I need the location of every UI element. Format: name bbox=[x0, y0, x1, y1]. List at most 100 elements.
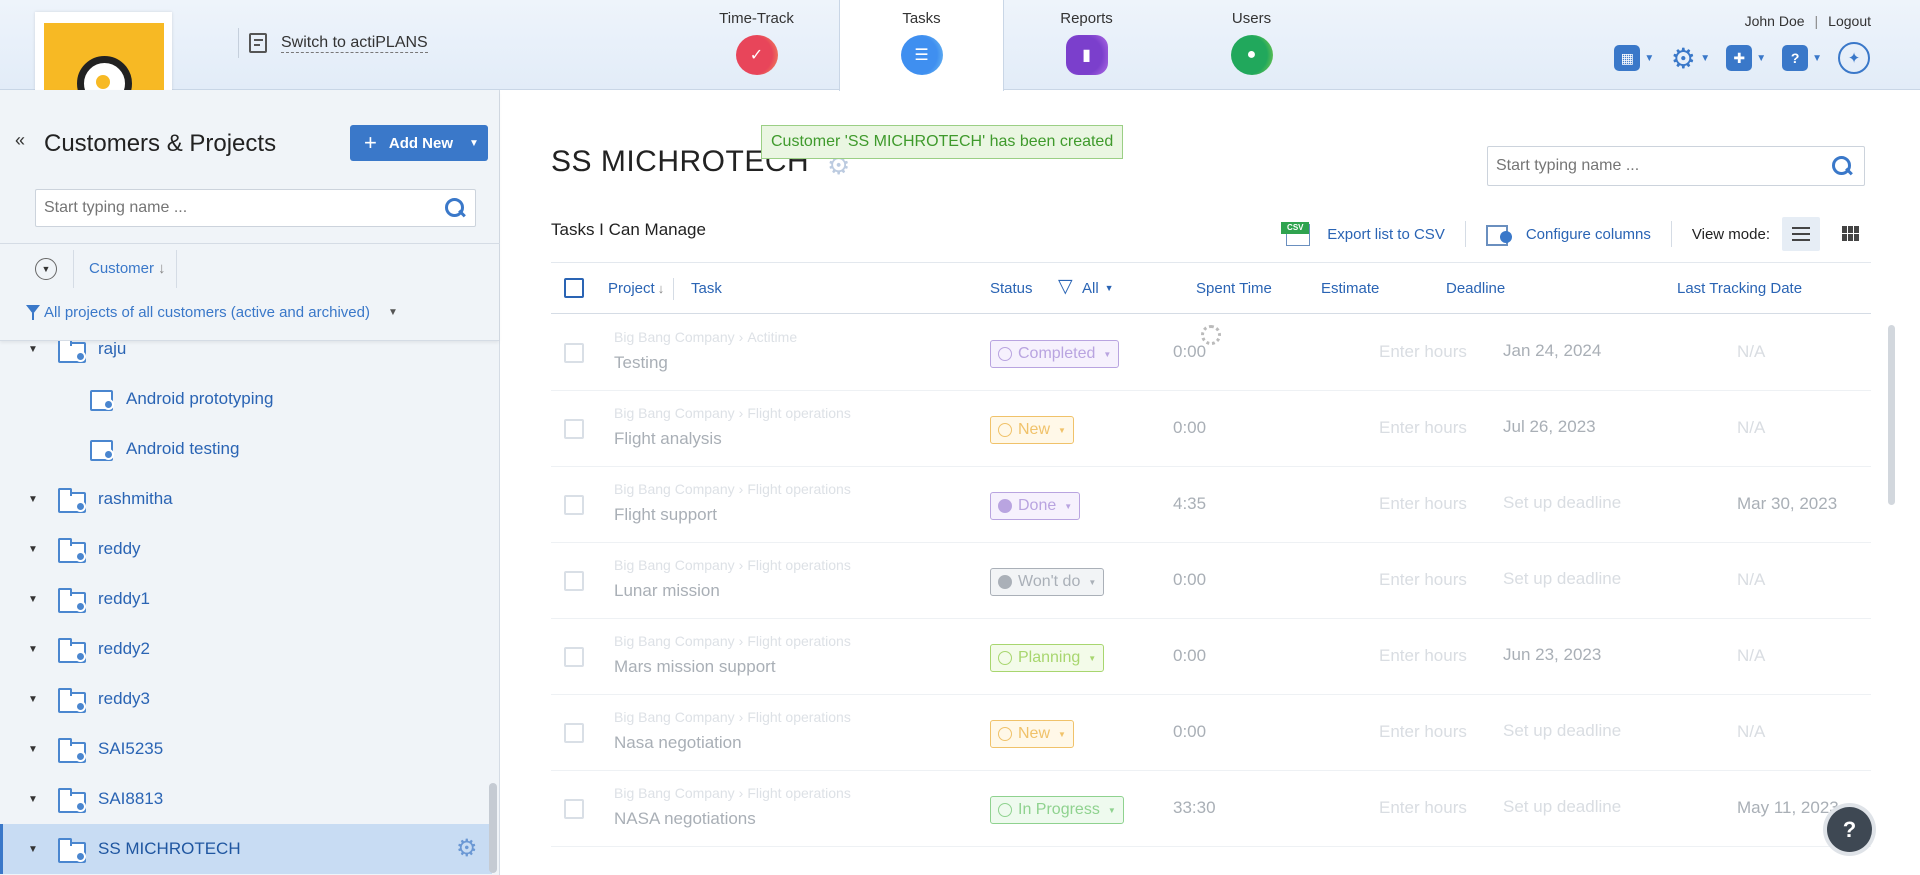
expand-all-icon[interactable]: ▼ bbox=[35, 257, 57, 280]
status-filter-dropdown[interactable]: All ▼ bbox=[1058, 275, 1114, 298]
scrollbar-thumb[interactable] bbox=[1888, 325, 1895, 505]
row-deadline[interactable]: Jun 23, 2023 bbox=[1503, 645, 1601, 665]
row-status-dropdown[interactable]: Done ▼ bbox=[990, 492, 1081, 520]
search-icon[interactable] bbox=[1832, 156, 1852, 176]
row-checkbox[interactable] bbox=[564, 495, 584, 515]
search-icon[interactable] bbox=[445, 198, 465, 218]
tree-customer-item-selected[interactable]: ▼ SS MICHROTECH ⚙ bbox=[0, 824, 492, 874]
row-checkbox[interactable] bbox=[564, 419, 584, 439]
expand-toggle-icon[interactable]: ▼ bbox=[28, 844, 52, 855]
tree-customer-item[interactable]: ▼ reddy3 bbox=[0, 674, 492, 724]
row-checkbox[interactable] bbox=[564, 799, 584, 819]
row-estimate-input[interactable]: Enter hours bbox=[1379, 798, 1467, 818]
help-menu[interactable]: ? ▼ bbox=[1782, 45, 1822, 71]
row-task-name[interactable]: Flight analysis bbox=[614, 429, 722, 449]
table-row[interactable]: Big Bang Company › Flight operations NASA n… bbox=[551, 771, 1871, 847]
logout-link[interactable]: Logout bbox=[1828, 13, 1871, 29]
tree-customer-item[interactable]: ▼ rashmitha bbox=[0, 474, 492, 524]
expand-toggle-icon[interactable]: ▼ bbox=[28, 794, 52, 805]
tree-customer-item[interactable]: ▼ reddy1 bbox=[0, 574, 492, 624]
sort-by-customer[interactable]: Customer ↓ bbox=[89, 260, 166, 277]
main-scrollbar[interactable] bbox=[1886, 325, 1896, 871]
row-status-dropdown[interactable]: In Progress ▼ bbox=[990, 796, 1124, 824]
column-header-spent-time[interactable]: Spent Time bbox=[1196, 280, 1272, 297]
row-checkbox[interactable] bbox=[564, 723, 584, 743]
column-header-status[interactable]: Status bbox=[990, 280, 1033, 297]
row-deadline[interactable]: Jan 24, 2024 bbox=[1503, 341, 1601, 361]
tree-customer-item[interactable]: ▼ raju bbox=[0, 341, 492, 374]
expand-toggle-icon[interactable]: ▼ bbox=[28, 344, 52, 355]
row-checkbox[interactable] bbox=[564, 647, 584, 667]
row-deadline[interactable]: Set up deadline bbox=[1503, 569, 1621, 589]
tab-time-track[interactable]: Time-Track ✓ bbox=[674, 0, 839, 90]
tree-project-item[interactable]: Android testing bbox=[0, 424, 492, 474]
addons-menu[interactable]: ✚ ▼ bbox=[1726, 45, 1766, 71]
tab-tasks[interactable]: Tasks ☰ bbox=[839, 0, 1004, 91]
tab-reports[interactable]: Reports ▮ bbox=[1004, 0, 1169, 90]
expand-toggle-icon[interactable]: ▼ bbox=[28, 644, 52, 655]
settings-menu[interactable]: ⚙ ▼ bbox=[1670, 43, 1710, 74]
expand-toggle-icon[interactable]: ▼ bbox=[28, 494, 52, 505]
column-header-last-tracking-date[interactable]: Last Tracking Date bbox=[1677, 280, 1802, 297]
row-deadline[interactable]: Set up deadline bbox=[1503, 721, 1621, 741]
column-header-deadline[interactable]: Deadline bbox=[1446, 280, 1505, 297]
row-estimate-input[interactable]: Enter hours bbox=[1379, 570, 1467, 590]
column-header-task[interactable]: Task bbox=[691, 280, 722, 297]
user-name-link[interactable]: John Doe bbox=[1745, 13, 1805, 29]
row-estimate-input[interactable]: Enter hours bbox=[1379, 342, 1467, 362]
tree-customer-item[interactable]: ▼ reddy bbox=[0, 524, 492, 574]
row-deadline[interactable]: Jul 26, 2023 bbox=[1503, 417, 1596, 437]
row-task-name[interactable]: Lunar mission bbox=[614, 581, 720, 601]
expand-toggle-icon[interactable]: ▼ bbox=[28, 694, 52, 705]
table-row[interactable]: Big Bang Company › Flight operations Lunar … bbox=[551, 543, 1871, 619]
row-status-dropdown[interactable]: New ▼ bbox=[990, 416, 1074, 444]
row-checkbox[interactable] bbox=[564, 571, 584, 591]
row-task-name[interactable]: NASA negotiations bbox=[614, 809, 756, 829]
row-estimate-input[interactable]: Enter hours bbox=[1379, 646, 1467, 666]
row-estimate-input[interactable]: Enter hours bbox=[1379, 418, 1467, 438]
tree-project-item[interactable]: Android prototyping bbox=[0, 374, 492, 424]
row-task-name[interactable]: Flight support bbox=[614, 505, 717, 525]
row-task-name[interactable]: Testing bbox=[614, 353, 668, 373]
table-row[interactable]: Big Bang Company › Flight operations Flight… bbox=[551, 391, 1871, 467]
row-estimate-input[interactable]: Enter hours bbox=[1379, 722, 1467, 742]
task-search-input[interactable] bbox=[1488, 147, 1808, 185]
scrollbar-thumb[interactable] bbox=[489, 783, 497, 873]
row-deadline[interactable]: Set up deadline bbox=[1503, 493, 1621, 513]
expand-toggle-icon[interactable]: ▼ bbox=[28, 594, 52, 605]
column-header-estimate[interactable]: Estimate bbox=[1321, 280, 1379, 297]
customer-settings-gear-icon[interactable]: ⚙ bbox=[456, 837, 480, 861]
tree-customer-item[interactable]: ▼ SAI5235 bbox=[0, 724, 492, 774]
select-all-checkbox[interactable] bbox=[564, 278, 584, 298]
collapse-sidebar-icon[interactable]: « bbox=[15, 130, 25, 151]
tree-customer-item[interactable]: ▼ SAI8813 bbox=[0, 774, 492, 824]
export-csv-link[interactable]: Export list to CSV bbox=[1327, 226, 1445, 243]
row-estimate-input[interactable]: Enter hours bbox=[1379, 494, 1467, 514]
tree-customer-item[interactable]: ▼ reddy2 bbox=[0, 624, 492, 674]
row-task-name[interactable]: Mars mission support bbox=[614, 657, 776, 677]
row-checkbox[interactable] bbox=[564, 343, 584, 363]
table-row[interactable]: Big Bang Company › Flight operations Mars m… bbox=[551, 619, 1871, 695]
switch-to-actiplans-link[interactable]: Switch to actiPLANS bbox=[238, 28, 428, 58]
table-row[interactable]: Big Bang Company › Flight operations Flight… bbox=[551, 467, 1871, 543]
sidebar-search-input[interactable] bbox=[36, 190, 416, 226]
row-deadline[interactable]: Set up deadline bbox=[1503, 797, 1621, 817]
table-row[interactable]: Big Bang Company › Actitime Testing Complete… bbox=[551, 315, 1871, 391]
actitime-logo[interactable] bbox=[35, 12, 172, 90]
list-view-button[interactable] bbox=[1782, 217, 1820, 251]
calendar-menu[interactable]: ▦ ▼ bbox=[1614, 45, 1654, 71]
column-header-project[interactable]: Project ↓ bbox=[608, 280, 664, 297]
row-status-dropdown[interactable]: Completed ▼ bbox=[990, 340, 1120, 368]
table-row[interactable]: Big Bang Company › Flight operations Nasa n… bbox=[551, 695, 1871, 771]
tab-users[interactable]: Users ● bbox=[1169, 0, 1334, 90]
project-filter[interactable]: All projects of all customers (active an… bbox=[26, 304, 398, 321]
grid-view-button[interactable] bbox=[1832, 217, 1870, 251]
expand-toggle-icon[interactable]: ▼ bbox=[28, 744, 52, 755]
row-status-dropdown[interactable]: New ▼ bbox=[990, 720, 1074, 748]
sidebar-scrollbar[interactable] bbox=[489, 343, 497, 873]
add-new-button[interactable]: + Add New ▼ bbox=[350, 125, 488, 161]
help-fab-button[interactable]: ? bbox=[1827, 807, 1872, 852]
row-task-name[interactable]: Nasa negotiation bbox=[614, 733, 742, 753]
lightbulb-icon[interactable]: ✦ bbox=[1838, 42, 1870, 74]
expand-toggle-icon[interactable]: ▼ bbox=[28, 544, 52, 555]
